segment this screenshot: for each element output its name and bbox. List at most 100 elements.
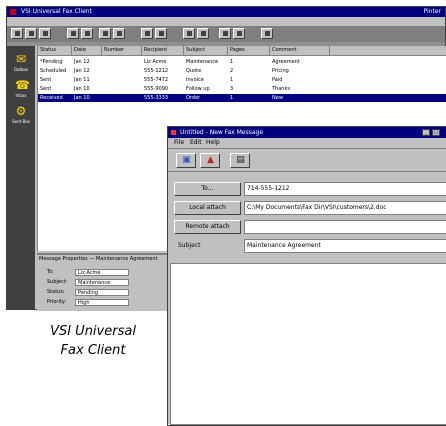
table-row[interactable]: Sent Jan 10 555-9090 Follow up 3 Thanks	[38, 85, 446, 93]
toolbar-open-icon[interactable]	[25, 28, 37, 39]
local-attach-field[interactable]: C:\My Documents\Fax Dir\VSI\customers\2.…	[244, 201, 446, 215]
inbox-icon: ☎	[15, 78, 30, 92]
toolbar-about-icon[interactable]	[233, 28, 245, 39]
detail-field-label: Status:	[47, 289, 65, 295]
column-header-subject[interactable]: Subject	[184, 46, 228, 55]
to-field[interactable]: 714-555-1212	[244, 182, 446, 196]
table-cell: 2	[230, 68, 234, 74]
table-cell: Quote	[186, 68, 202, 74]
column-header-date[interactable]: Date	[72, 46, 102, 55]
main-toolbar	[7, 26, 445, 42]
app-icon	[10, 9, 16, 15]
main-title-bar[interactable]: VSI Universal Fax Client Pinter	[7, 7, 445, 17]
table-cell: Order	[186, 95, 201, 101]
table-cell: Sent	[40, 86, 52, 92]
caption-line-2: Fax Client	[60, 343, 126, 358]
menu-help[interactable]: Help	[206, 138, 220, 148]
table-row[interactable]: Received Jan 10 555-3333 Order 1 New	[38, 94, 446, 102]
table-cell: *Pending	[40, 59, 63, 65]
toolbar-new-icon[interactable]	[11, 28, 23, 39]
table-cell: Jan 11	[74, 77, 90, 83]
menu-edit[interactable]: Edit	[190, 138, 202, 148]
caption-line-1: VSI Universal	[50, 324, 136, 339]
sidebar-item-outbox[interactable]: ✉ Outbox	[10, 52, 32, 76]
toolbar-print-icon[interactable]	[67, 28, 79, 39]
main-window-title: VSI Universal Fax Client	[21, 8, 92, 15]
toolbar-properties-icon[interactable]	[155, 28, 167, 39]
table-cell: 555-9090	[144, 86, 169, 92]
table-cell: Paid	[272, 77, 283, 83]
detail-field-value[interactable]: Liz Acme	[75, 269, 129, 276]
column-header-status[interactable]: Status	[38, 46, 72, 55]
table-cell: 1	[230, 77, 234, 83]
subject-field[interactable]: Maintenance Agreement	[244, 239, 446, 253]
sidebar-item-label: Outbox	[13, 67, 29, 72]
table-cell: Jan 10	[74, 95, 90, 101]
sidebar-item-inbox[interactable]: ☎ Inbox	[10, 78, 32, 102]
new-fax-message-window: Untitled - New Fax Message _ □ File Edit…	[167, 126, 446, 426]
table-cell: 555-3333	[144, 95, 169, 101]
table-cell: Sent	[40, 77, 52, 83]
new-document-icon: ▣	[182, 155, 191, 165]
fax-title-bar[interactable]: Untitled - New Fax Message _ □	[168, 127, 446, 138]
folder-sidebar: ✉ Outbox ☎ Inbox ⚙ Sent Box	[7, 46, 35, 310]
maximize-icon[interactable]: □	[432, 129, 440, 136]
local-attach-button[interactable]: Local attach	[174, 201, 241, 215]
detail-field-label: Subject:	[47, 279, 68, 285]
table-cell: Follow up	[186, 86, 210, 92]
table-cell: New	[272, 95, 283, 101]
toolbar-forward-icon[interactable]	[99, 28, 111, 39]
subject-label: Subject	[178, 242, 201, 249]
detail-field-label: To:	[47, 269, 54, 275]
table-cell: Liz Acme	[144, 59, 167, 65]
remote-attach-button[interactable]: Remote attach	[174, 220, 241, 234]
detail-field-label: Priority:	[47, 299, 67, 305]
outbox-icon: ✉	[15, 52, 27, 66]
print-fax-button[interactable]: ▤	[230, 153, 250, 168]
detail-field-value[interactable]: High	[75, 299, 129, 306]
send-fax-button[interactable]: ▲	[200, 153, 220, 168]
column-header-recipient[interactable]: Recipient	[142, 46, 184, 55]
table-row[interactable]: Sent Jan 11 555-7472 Invoice 1 Paid	[38, 76, 446, 84]
sidebar-item-sentbox[interactable]: ⚙ Sent Box	[10, 104, 32, 128]
fax-body-textarea[interactable]	[170, 263, 446, 425]
table-cell: Scheduled	[40, 68, 67, 74]
toolbar-exit-icon[interactable]	[261, 28, 273, 39]
menu-file[interactable]: File	[174, 138, 184, 148]
send-icon: ▲	[207, 155, 214, 165]
toolbar-reply-icon[interactable]	[113, 28, 125, 39]
sentbox-icon: ⚙	[15, 104, 27, 118]
printer-icon: ▤	[236, 155, 245, 165]
toolbar-send-icon[interactable]	[39, 28, 51, 39]
table-cell: 555-7472	[144, 77, 169, 83]
table-cell: Agreement	[272, 59, 300, 65]
sidebar-item-label: Sent Box	[12, 119, 30, 124]
column-header-pages[interactable]: Pages	[228, 46, 270, 55]
detail-field-value[interactable]: Maintenance	[75, 279, 129, 286]
toolbar-delete-icon[interactable]	[81, 28, 93, 39]
column-header-comment[interactable]: Comment	[270, 46, 330, 55]
column-header-number[interactable]: Number	[102, 46, 142, 55]
table-cell: Maintenance	[186, 59, 219, 65]
table-cell: Jan 12	[74, 68, 90, 74]
fax-toolbar: ▣ ▲ ▤	[168, 148, 446, 172]
toolbar-settings-icon[interactable]	[197, 28, 209, 39]
to-button[interactable]: To...	[174, 182, 241, 196]
figure-caption: VSI Universal Fax Client	[18, 322, 168, 360]
list-header: Status Date Number Recipient Subject Pag…	[38, 46, 446, 56]
sidebar-item-label: Inbox	[15, 93, 27, 98]
table-row[interactable]: Scheduled Jan 12 555-1212 Quote 2 Pricing	[38, 67, 446, 75]
toolbar-help-icon[interactable]	[219, 28, 231, 39]
table-cell: 3	[230, 86, 234, 92]
toolbar-phonebook-icon[interactable]	[183, 28, 195, 39]
table-row[interactable]: *Pending Jan 12 Liz Acme Maintenance 1 Agreem…	[38, 58, 446, 66]
table-cell: 1	[230, 95, 234, 101]
fax-menubar: File Edit Help	[168, 138, 446, 148]
minimize-icon[interactable]: _	[422, 129, 430, 136]
remote-attach-field[interactable]	[244, 220, 446, 234]
detail-field-value[interactable]: Pending	[75, 289, 129, 296]
new-fax-button[interactable]: ▣	[176, 153, 196, 168]
table-cell: Pricing	[272, 68, 289, 74]
toolbar-view-icon[interactable]	[141, 28, 153, 39]
table-cell: Thanks	[272, 86, 290, 92]
